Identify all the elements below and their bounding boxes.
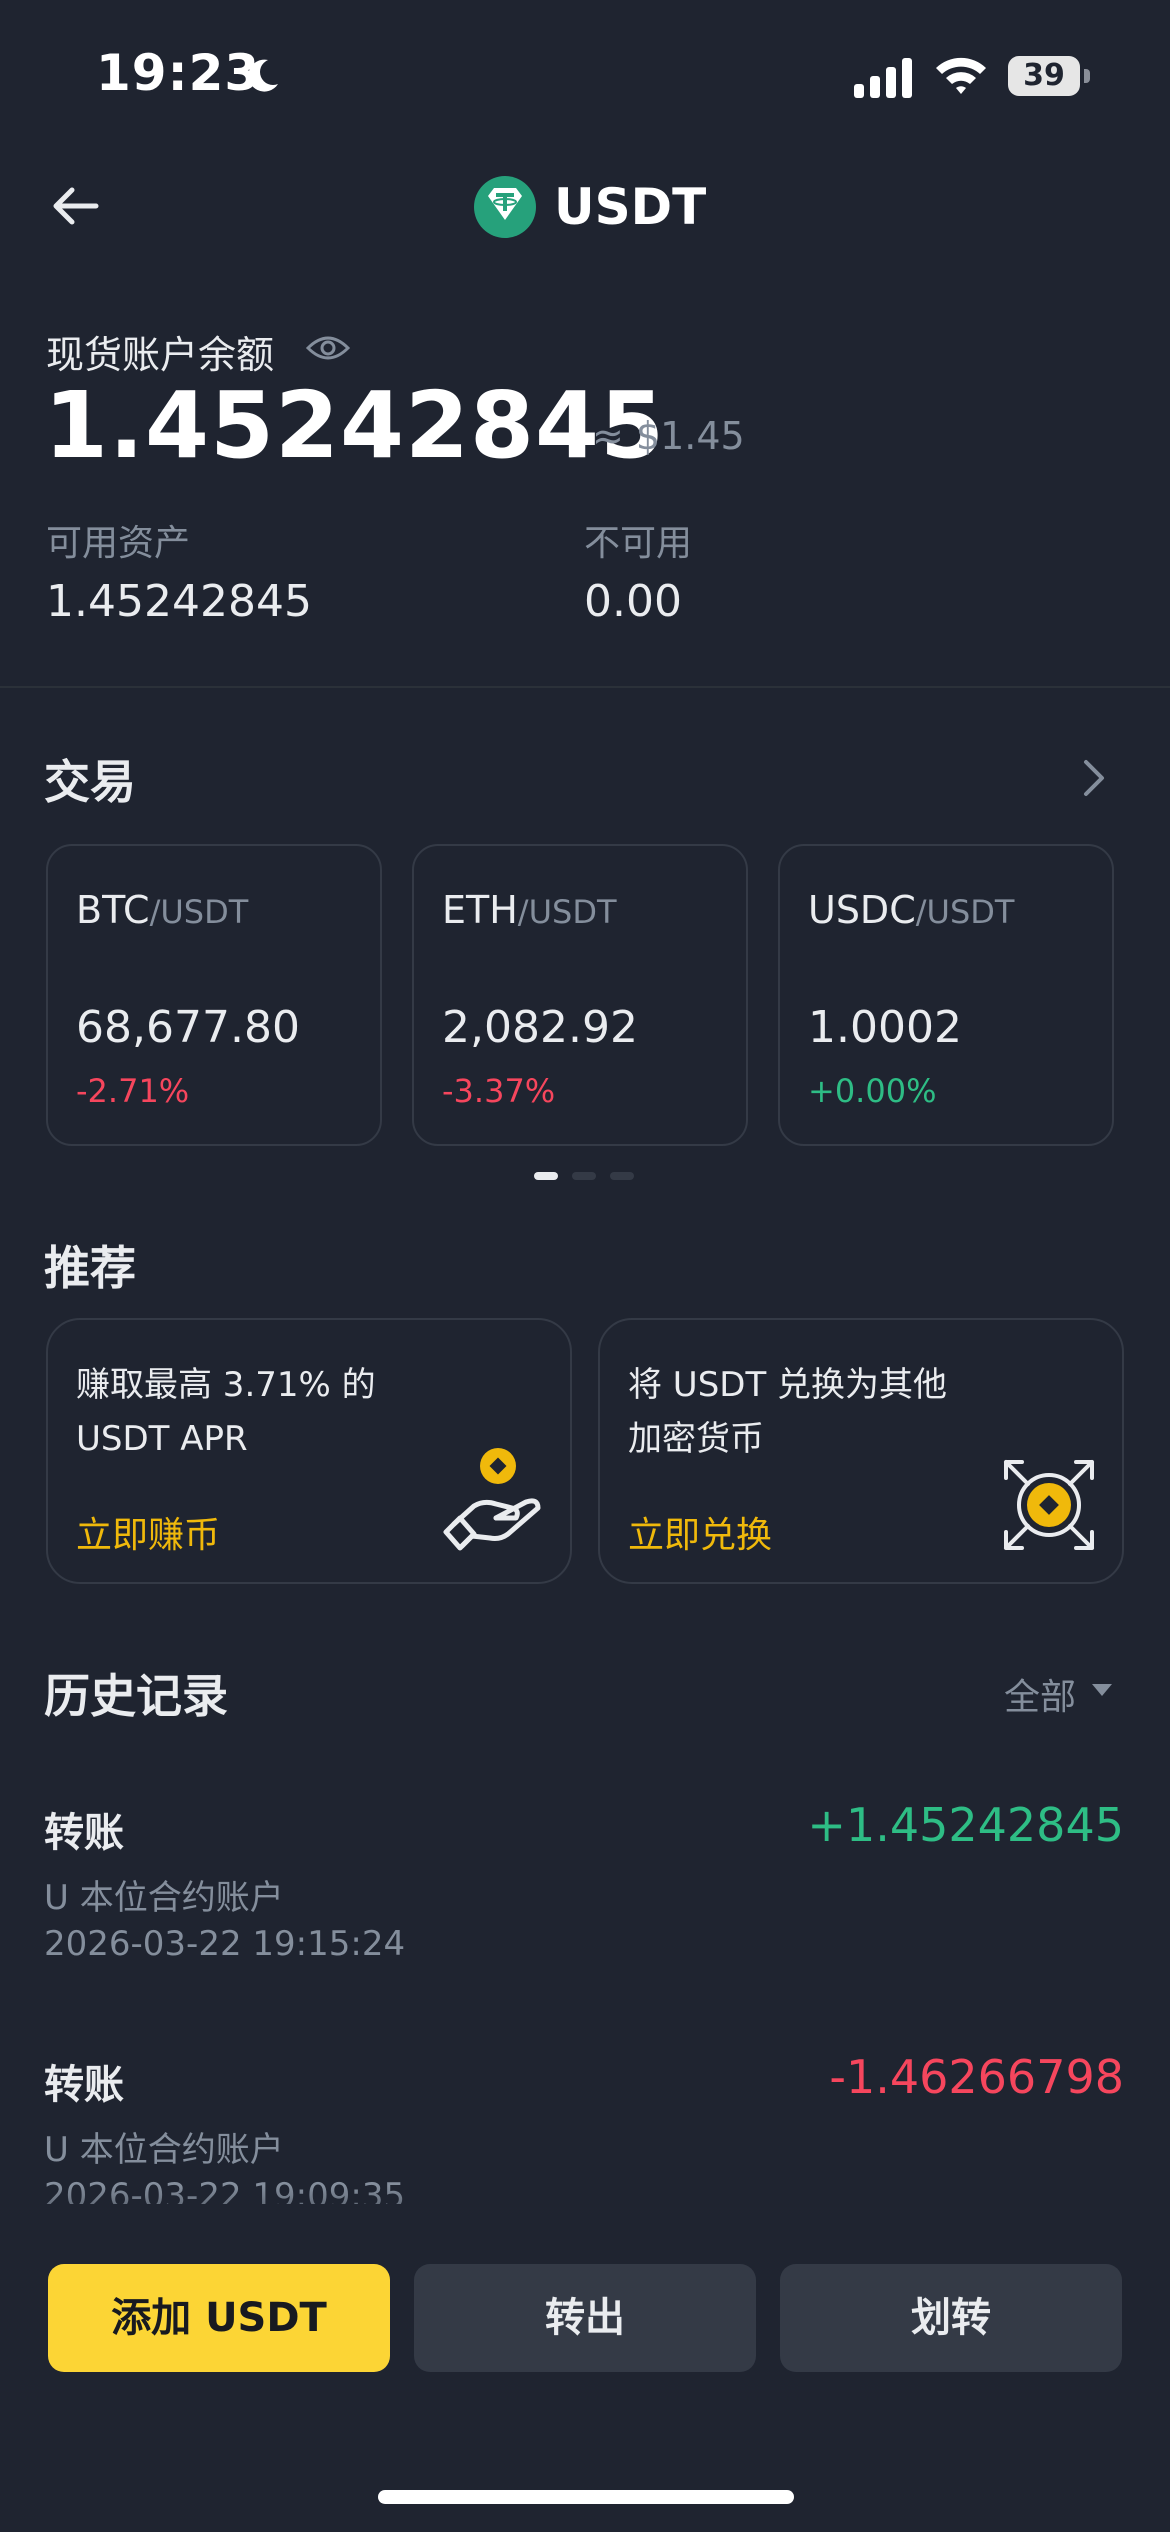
add-usdt-button[interactable]: 添加 USDT bbox=[48, 2264, 390, 2372]
available-value: 1.45242845 bbox=[46, 576, 312, 627]
pair-price: 2,082.92 bbox=[442, 1002, 638, 1053]
battery-indicator: 39 bbox=[1008, 56, 1092, 98]
history-item-time: 2026-03-22 19:15:24 bbox=[44, 1924, 406, 1964]
history-section-title: 历史记录 bbox=[44, 1669, 228, 1723]
convert-promo-text: 将 USDT 兑换为其他 加密货币 bbox=[628, 1365, 948, 1459]
trade-section-title: 交易 bbox=[44, 755, 136, 809]
balance-usd-value: ≈ $1.45 bbox=[592, 414, 745, 458]
balance-label: 现货账户余额 bbox=[46, 333, 275, 377]
carousel-pagination[interactable] bbox=[534, 1172, 636, 1180]
unavailable-label: 不可用 bbox=[584, 523, 693, 564]
withdraw-button[interactable]: 转出 bbox=[414, 2264, 756, 2372]
pair-quote: /USDT bbox=[517, 893, 617, 931]
balance-value: 1.45242845 bbox=[44, 372, 666, 479]
pair-card-eth[interactable]: ETH/USDT 2,082.92 -3.37% bbox=[412, 844, 748, 1146]
history-item-type: 转账 bbox=[44, 1810, 124, 1856]
convert-coin-icon bbox=[1004, 1460, 1094, 1550]
history-item-type: 转账 bbox=[44, 2062, 124, 2108]
wifi-icon bbox=[936, 57, 986, 94]
pair-card-usdc[interactable]: USDC/USDT 1.0002 +0.00% bbox=[778, 844, 1114, 1146]
pair-change: +0.00% bbox=[808, 1072, 937, 1110]
status-time: 19:23 bbox=[96, 44, 261, 102]
page-title: USDT bbox=[554, 178, 707, 236]
pair-base: BTC bbox=[76, 888, 150, 932]
battery-tip bbox=[1084, 69, 1090, 83]
pair-name: USDC/USDT bbox=[808, 888, 1014, 932]
back-arrow-icon[interactable] bbox=[48, 178, 104, 234]
earn-hand-coin-icon bbox=[443, 1448, 541, 1551]
history-item-amount: -1.46266798 bbox=[829, 2050, 1124, 2104]
pair-base: ETH bbox=[442, 888, 518, 932]
pagination-dot[interactable] bbox=[572, 1172, 596, 1180]
unavailable-value: 0.00 bbox=[584, 576, 682, 627]
home-indicator[interactable] bbox=[378, 2490, 794, 2504]
convert-promo-card[interactable]: 将 USDT 兑换为其他 加密货币 立即兑换 bbox=[598, 1318, 1124, 1584]
recommend-section-title: 推荐 bbox=[44, 1241, 136, 1295]
pair-base: USDC bbox=[808, 888, 916, 932]
transfer-button[interactable]: 划转 bbox=[780, 2264, 1122, 2372]
history-item-amount: +1.45242845 bbox=[807, 1798, 1124, 1852]
section-divider bbox=[0, 686, 1170, 688]
pagination-dot-active[interactable] bbox=[534, 1172, 558, 1180]
earn-now-link[interactable]: 立即赚币 bbox=[76, 1506, 220, 1558]
history-item-account: U 本位合约账户 bbox=[44, 2130, 284, 2170]
history-filter-dropdown[interactable]: 全部 bbox=[1004, 1668, 1076, 1720]
battery-level: 39 bbox=[1023, 58, 1065, 93]
pair-name: ETH/USDT bbox=[442, 888, 617, 932]
pair-change: -3.37% bbox=[442, 1072, 556, 1110]
pair-card-btc[interactable]: BTC/USDT 68,677.80 -2.71% bbox=[46, 844, 382, 1146]
available-label: 可用资产 bbox=[46, 523, 191, 564]
chevron-right-icon[interactable] bbox=[1074, 756, 1114, 800]
usdt-logo-icon bbox=[474, 176, 536, 238]
pair-change: -2.71% bbox=[76, 1072, 190, 1110]
convert-now-link[interactable]: 立即兑换 bbox=[628, 1506, 772, 1558]
do-not-disturb-moon-icon bbox=[248, 59, 278, 92]
pair-price: 1.0002 bbox=[808, 1002, 962, 1053]
eye-icon[interactable] bbox=[306, 332, 350, 364]
pair-name: BTC/USDT bbox=[76, 888, 248, 932]
pair-price: 68,677.80 bbox=[76, 1002, 300, 1053]
pair-quote: /USDT bbox=[149, 893, 249, 931]
earn-promo-card[interactable]: 赚取最高 3.71% 的 USDT APR 立即赚币 bbox=[46, 1318, 572, 1584]
pair-quote: /USDT bbox=[915, 893, 1015, 931]
caret-down-icon[interactable] bbox=[1090, 1680, 1114, 1700]
cellular-signal-icon bbox=[854, 58, 912, 98]
pagination-dot[interactable] bbox=[610, 1172, 634, 1180]
earn-promo-text: 赚取最高 3.71% 的 USDT APR bbox=[76, 1365, 376, 1459]
history-item-account: U 本位合约账户 bbox=[44, 1878, 284, 1918]
